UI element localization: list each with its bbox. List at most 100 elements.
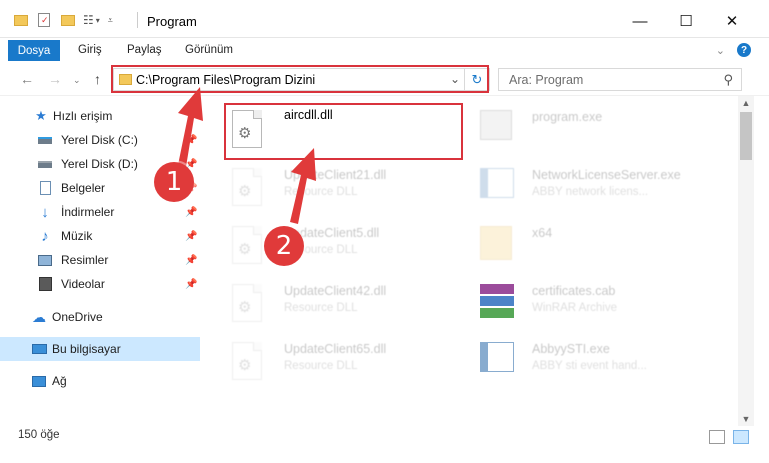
- sidebar-item-this-pc[interactable]: Bu bilgisayar: [0, 337, 200, 361]
- large-icons-view-icon[interactable]: [733, 430, 749, 444]
- file-description: ABBY sti event hand...: [532, 360, 647, 372]
- pin-icon[interactable]: 📌: [185, 207, 197, 218]
- tab-file[interactable]: Dosya: [8, 40, 60, 61]
- details-view-icon[interactable]: [709, 430, 725, 444]
- file-highlight: [224, 103, 463, 160]
- file-item-abbyysti[interactable]: AbbyySTI.exe ABBY sti event hand...: [462, 334, 702, 386]
- sidebar-item-label: Belgeler: [61, 181, 106, 195]
- sidebar-item-label: Yerel Disk (C:): [61, 133, 138, 147]
- sidebar-item-label: Bu bilgisayar: [52, 342, 121, 356]
- file-item-updateclient5[interactable]: ⚙ UpdateClient5.dll Resource DLL: [214, 218, 454, 270]
- file-name: UpdateClient65.dll: [284, 342, 387, 356]
- search-placeholder: Ara: Program: [509, 73, 584, 87]
- sidebar-item-onedrive[interactable]: ☁ OneDrive: [0, 305, 200, 329]
- scroll-thumb[interactable]: [740, 112, 752, 160]
- folder-icon[interactable]: [14, 14, 28, 26]
- view-options-icon[interactable]: ☷: [83, 13, 94, 27]
- tab-home[interactable]: Giriş: [78, 44, 102, 56]
- address-highlight: [111, 65, 489, 93]
- star-icon: ★: [35, 108, 47, 123]
- step-marker-2: 2: [264, 226, 304, 266]
- minimize-button[interactable]: —: [617, 8, 663, 34]
- recent-locations-icon[interactable]: ⌄: [73, 75, 81, 86]
- properties-icon[interactable]: ✓: [38, 13, 50, 27]
- drive-icon: [37, 132, 53, 148]
- status-bar: 150 öğe: [0, 426, 769, 463]
- window-title: Program: [147, 14, 197, 29]
- file-description: WinRAR Archive: [532, 302, 617, 314]
- step-marker-1: 1: [154, 162, 194, 202]
- title-bar: ✓ ☷ ▾ ⩡ Program — ☐ ✕: [0, 0, 769, 38]
- forward-arrow-icon[interactable]: →: [48, 71, 62, 87]
- file-name: x64: [532, 226, 553, 240]
- help-icon[interactable]: ?: [737, 43, 751, 57]
- sidebar-item-label: Hızlı erişim: [53, 109, 113, 123]
- new-folder-icon[interactable]: [61, 14, 75, 26]
- pin-icon[interactable]: 📌: [185, 255, 197, 266]
- dropdown-icon[interactable]: ▾: [96, 16, 100, 25]
- sidebar-item-disk-c[interactable]: Yerel Disk (C:) 📌: [0, 128, 200, 152]
- tab-share[interactable]: Paylaş: [127, 44, 162, 56]
- network-icon: [31, 373, 47, 389]
- sidebar-item-music[interactable]: ♪ Müzik 📌: [0, 224, 200, 248]
- scroll-up-icon[interactable]: ▲: [738, 96, 754, 110]
- ribbon-tabs: Dosya Giriş Paylaş Görünüm ⌄ ?: [0, 38, 769, 62]
- sidebar-item-label: OneDrive: [52, 310, 103, 324]
- dll-file-icon: ⚙: [232, 226, 268, 266]
- title-divider: [137, 12, 138, 28]
- navigation-pane: ★ Hızlı erişim Yerel Disk (C:) 📌 Yerel D…: [0, 96, 200, 426]
- drive-icon: [37, 156, 53, 172]
- search-input[interactable]: Ara: Program ⚲: [498, 68, 742, 91]
- archive-icon: [480, 284, 516, 324]
- file-description: ABBY network licens...: [532, 186, 649, 198]
- file-item-networklicenseserver[interactable]: NetworkLicenseServer.exe ABBY network li…: [462, 160, 702, 212]
- sidebar-item-label: Resimler: [61, 253, 109, 267]
- file-item-updateclient21[interactable]: ⚙ UpdateClient21.dll Resource DLL: [214, 160, 454, 212]
- exe-file-icon: [480, 168, 516, 208]
- file-item-updateclient42[interactable]: ⚙ UpdateClient42.dll Resource DLL: [214, 276, 454, 328]
- ribbon-controls: ⌄ ?: [716, 43, 751, 57]
- file-name: UpdateClient42.dll: [284, 284, 387, 298]
- sidebar-item-network[interactable]: Ağ: [0, 369, 200, 393]
- back-arrow-icon[interactable]: ←: [20, 71, 34, 87]
- download-icon: ↓: [41, 203, 49, 221]
- sidebar-item-videos[interactable]: Videolar 📌: [0, 272, 200, 296]
- chevron-down-icon[interactable]: ⌄: [716, 44, 725, 57]
- folder-icon: [480, 226, 516, 266]
- quick-access-toolbar: ✓ ☷ ▾ ⩡: [14, 10, 113, 30]
- close-button[interactable]: ✕: [709, 8, 755, 34]
- music-icon: ♪: [41, 227, 49, 245]
- pictures-icon: [37, 252, 53, 268]
- sidebar-item-label: Videolar: [61, 277, 105, 291]
- exe-file-icon: [480, 110, 516, 150]
- computer-icon: [31, 341, 47, 357]
- file-item-certificates-cab[interactable]: certificates.cab WinRAR Archive: [462, 276, 702, 328]
- dll-file-icon: ⚙: [232, 342, 268, 382]
- video-icon: [37, 276, 53, 292]
- file-name: NetworkLicenseServer.exe: [532, 168, 681, 182]
- scroll-down-icon[interactable]: ▼: [738, 412, 754, 426]
- sidebar-item-label: İndirmeler: [61, 205, 115, 219]
- pin-icon[interactable]: 📌: [185, 231, 197, 242]
- tab-view[interactable]: Görünüm: [185, 44, 233, 56]
- folder-item-x64[interactable]: x64: [462, 218, 702, 270]
- file-item-program-exe[interactable]: program.exe: [462, 102, 702, 154]
- dll-file-icon: ⚙: [232, 284, 268, 324]
- sidebar-item-label: Yerel Disk (D:): [61, 157, 138, 171]
- sidebar-item-downloads[interactable]: ↓ İndirmeler 📌: [0, 200, 200, 224]
- pin-icon[interactable]: 📌: [185, 279, 197, 290]
- sidebar-item-pictures[interactable]: Resimler 📌: [0, 248, 200, 272]
- sidebar-item-quick-access[interactable]: ★ Hızlı erişim: [0, 104, 200, 128]
- search-icon[interactable]: ⚲: [723, 72, 733, 88]
- pin-icon[interactable]: 📌: [185, 135, 197, 146]
- file-description: Resource DLL: [284, 302, 358, 314]
- up-arrow-icon[interactable]: ↑: [94, 71, 101, 87]
- vertical-scrollbar[interactable]: ▲ ▼: [738, 96, 754, 426]
- file-name: program.exe: [532, 110, 603, 124]
- file-item-updateclient65[interactable]: ⚙ UpdateClient65.dll Resource DLL: [214, 334, 454, 386]
- file-description: Resource DLL: [284, 186, 358, 198]
- file-name: certificates.cab: [532, 284, 616, 298]
- customize-toolbar-icon[interactable]: ⩡: [108, 15, 113, 26]
- document-icon: [37, 180, 53, 196]
- maximize-button[interactable]: ☐: [663, 8, 709, 34]
